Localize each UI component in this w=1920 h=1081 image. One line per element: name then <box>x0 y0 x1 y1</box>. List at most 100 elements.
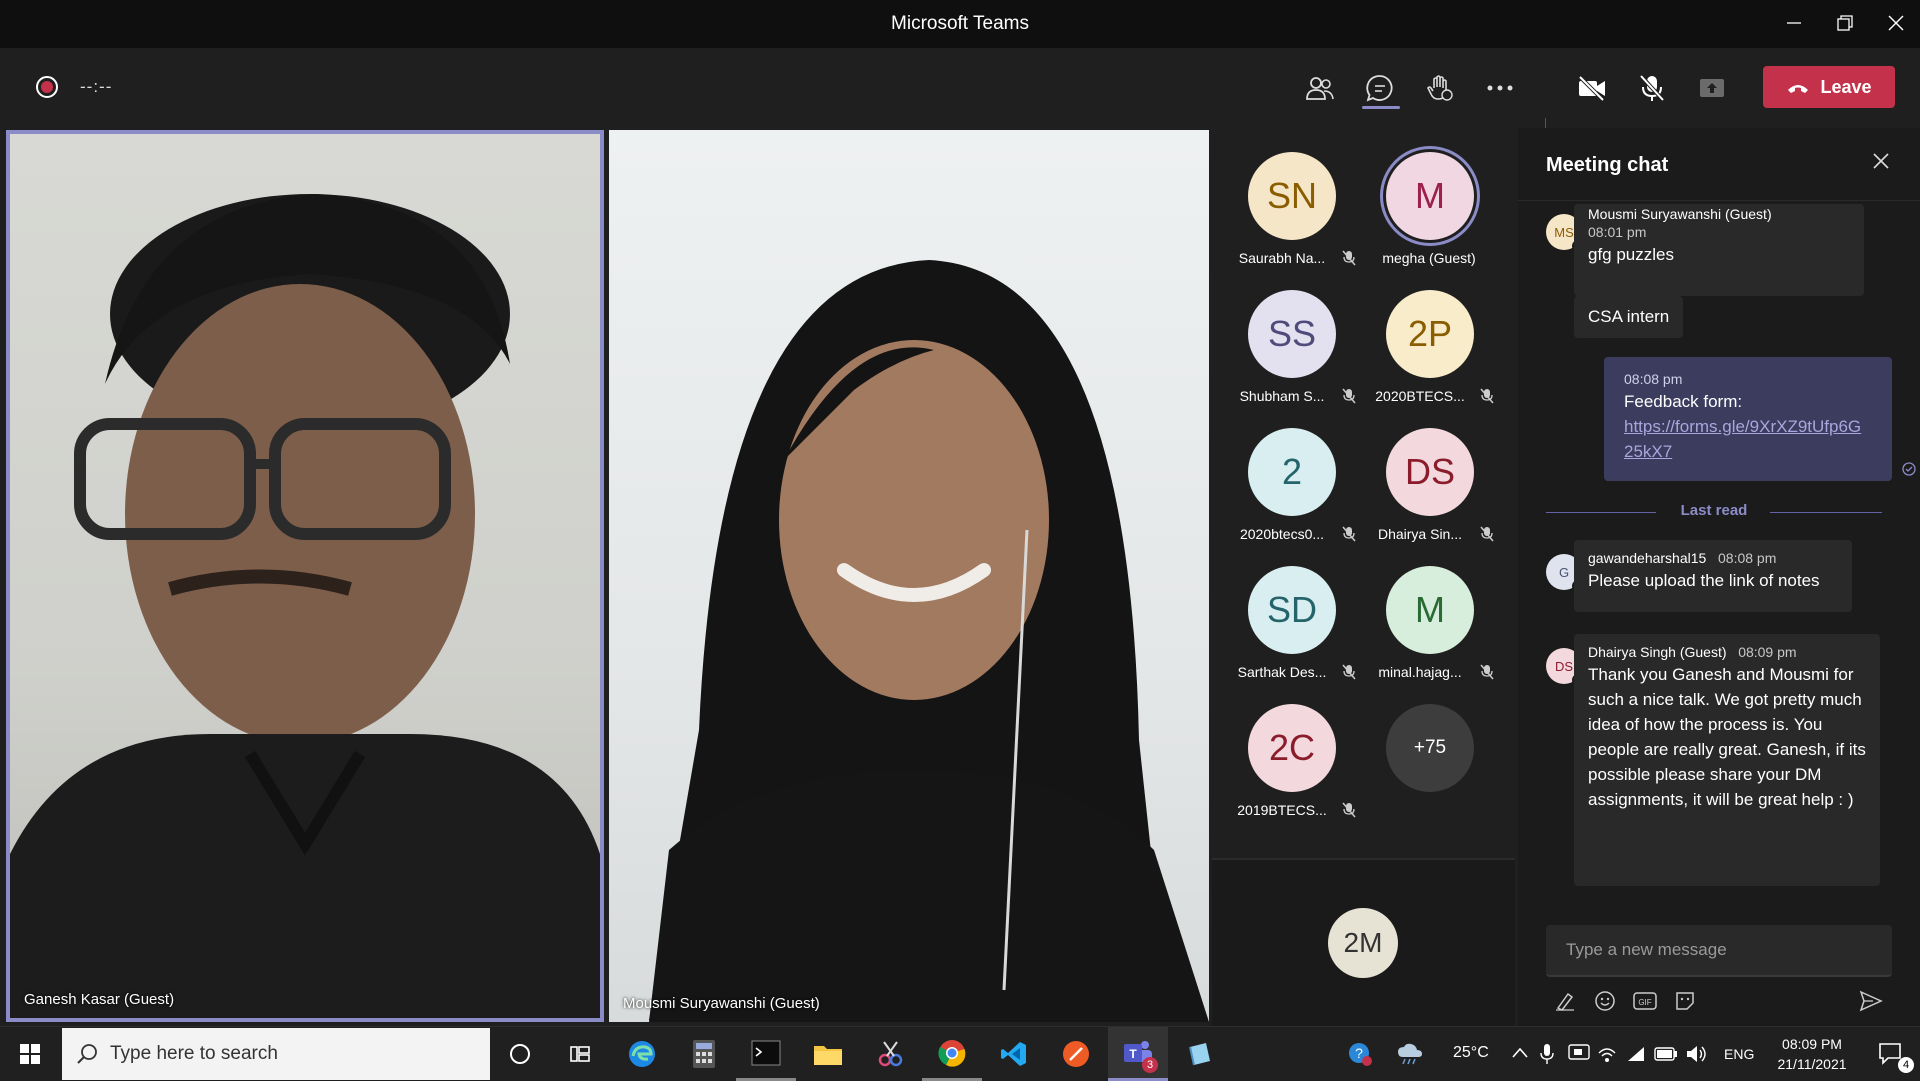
snipping-tool-icon <box>878 1041 903 1067</box>
notepad-icon <box>1189 1043 1210 1066</box>
participant-tile[interactable]: M megha (Guest) <box>1360 128 1498 266</box>
avatar: SD <box>1248 566 1336 654</box>
send-button[interactable] <box>1856 986 1886 1016</box>
chevron-up-icon[interactable] <box>1512 1047 1528 1059</box>
close-icon <box>1873 153 1889 169</box>
leave-button[interactable]: Leave <box>1763 66 1895 108</box>
taskbar-app-explorer[interactable] <box>798 1027 858 1081</box>
format-button[interactable] <box>1550 986 1580 1016</box>
participant-tile[interactable]: SN Saurabh Na... <box>1222 128 1360 266</box>
network-icon[interactable] <box>1598 1045 1616 1063</box>
participant-name: 2020btecs0... <box>1239 526 1325 542</box>
message-time: 08:08 pm <box>1718 550 1777 566</box>
chrome-icon <box>938 1039 966 1067</box>
taskbar-app-postman[interactable] <box>1046 1027 1106 1081</box>
taskbar-app-notepad[interactable] <box>1170 1027 1230 1081</box>
participant-name: Sarthak Des... <box>1237 664 1327 680</box>
participant-tile-large[interactable]: 2M <box>1212 858 1515 1026</box>
system-clock[interactable]: 08:09 PM 21/11/2021 <box>1762 1034 1862 1074</box>
sticker-button[interactable] <box>1670 986 1700 1016</box>
title-bar: Microsoft Teams <box>0 0 1920 48</box>
battery-icon[interactable] <box>1654 1047 1678 1061</box>
meet-now-icon[interactable] <box>1568 1043 1590 1063</box>
chat-button[interactable] <box>1358 66 1402 110</box>
participant-tile[interactable]: SD Sarthak Des... <box>1222 542 1360 680</box>
more-participants-button[interactable]: +75 <box>1360 680 1498 818</box>
avatar: M <box>1386 566 1474 654</box>
camera-off-icon <box>1578 75 1605 101</box>
participant-name: 2020BTECS... <box>1375 388 1465 404</box>
participant-tile[interactable]: 2C 2019BTECS... <box>1222 680 1360 818</box>
reactions-button[interactable] <box>1418 66 1462 110</box>
mic-off-icon <box>1342 388 1356 404</box>
own-chat-message[interactable]: 08:08 pm Feedback form: https://forms.gl… <box>1604 357 1892 481</box>
mic-off-icon <box>1342 526 1356 542</box>
action-center-button[interactable]: 4 <box>1866 1027 1916 1081</box>
chat-message[interactable]: gawandeharshal15 08:08 pm Please upload … <box>1574 540 1852 612</box>
participant-tile[interactable]: 2P 2020BTECS... <box>1360 266 1498 404</box>
close-chat-button[interactable] <box>1872 152 1890 175</box>
chat-message[interactable]: CSA intern <box>1574 296 1684 338</box>
svg-text:GIF: GIF <box>1638 998 1651 1007</box>
share-screen-button[interactable] <box>1690 66 1734 110</box>
terminal-icon <box>751 1040 781 1065</box>
participant-name: 2019BTECS... <box>1237 802 1327 818</box>
emoji-button[interactable] <box>1590 986 1620 1016</box>
sticker-icon <box>1676 992 1694 1010</box>
meeting-toolbar: --:-- Leave <box>0 48 1920 158</box>
cortana-button[interactable] <box>490 1027 550 1081</box>
participants-button[interactable] <box>1298 66 1342 110</box>
vscode-icon <box>1001 1042 1026 1066</box>
wifi-icon[interactable] <box>1626 1045 1646 1063</box>
message-input[interactable] <box>1546 925 1892 975</box>
more-icon <box>1487 85 1513 91</box>
taskbar-app-snip[interactable] <box>860 1027 920 1081</box>
window-title: Microsoft Teams <box>891 13 1029 34</box>
input-language[interactable]: ENG <box>1724 1046 1754 1062</box>
weather-widget[interactable] <box>1390 1027 1430 1081</box>
volume-icon[interactable] <box>1686 1045 1706 1063</box>
mic-toggle-button[interactable] <box>1630 66 1674 110</box>
video-tile-mousmi[interactable]: Mousmi Suryawanshi (Guest) <box>609 130 1209 1022</box>
raise-hand-icon <box>1427 75 1453 101</box>
compose-box[interactable] <box>1546 925 1892 977</box>
chat-message[interactable]: Mousmi Suryawanshi (Guest) 08:01 pm gfg … <box>1574 204 1864 296</box>
meeting-timer: --:-- <box>80 77 113 96</box>
recording-icon <box>36 76 58 98</box>
task-view-button[interactable] <box>550 1027 610 1081</box>
tray-help[interactable]: ? <box>1340 1027 1380 1081</box>
more-actions-button[interactable] <box>1478 66 1522 110</box>
share-tray-icon <box>1700 79 1724 97</box>
close-window-button[interactable] <box>1866 0 1920 46</box>
taskbar-app-vscode[interactable] <box>984 1027 1044 1081</box>
message-text: gfg puzzles <box>1588 245 1674 264</box>
participant-tile[interactable]: SS Shubham S... <box>1222 266 1360 404</box>
camera-toggle-button[interactable] <box>1570 66 1614 110</box>
taskbar-app-calculator[interactable] <box>674 1027 734 1081</box>
start-button[interactable] <box>0 1027 60 1081</box>
message-sender: gawandeharshal15 <box>1588 550 1707 566</box>
microphone-icon[interactable] <box>1540 1043 1554 1065</box>
chat-title: Meeting chat <box>1546 154 1669 176</box>
mic-off-icon <box>1342 802 1356 818</box>
svg-text:?: ? <box>1355 1045 1363 1061</box>
search-placeholder: Type here to search <box>110 1043 278 1064</box>
participant-tile[interactable]: DS Dhairya Sin... <box>1360 404 1498 542</box>
chat-message[interactable]: Dhairya Singh (Guest) 08:09 pm Thank you… <box>1574 634 1880 886</box>
taskbar-app-chrome[interactable] <box>922 1027 982 1081</box>
participant-tile[interactable]: M minal.hajag... <box>1360 542 1498 680</box>
clock-date: 21/11/2021 <box>1777 1056 1847 1072</box>
tile-name-label: Mousmi Suryawanshi (Guest) <box>623 995 820 1012</box>
participant-tile[interactable]: 2 2020btecs0... <box>1222 404 1360 542</box>
gif-button[interactable]: GIF <box>1630 986 1660 1016</box>
task-view-icon <box>570 1046 590 1062</box>
taskbar-app-teams[interactable]: T 3 <box>1108 1027 1168 1081</box>
feedback-form-link[interactable]: https://forms.gle/9XrXZ9tUfp6G 25kX7 <box>1624 414 1872 464</box>
participant-name: megha (Guest) <box>1382 250 1476 266</box>
taskbar-app-edge[interactable] <box>612 1027 672 1081</box>
taskbar-search[interactable]: Type here to search <box>62 1028 490 1080</box>
postman-icon <box>1063 1041 1089 1067</box>
taskbar-app-terminal[interactable] <box>736 1027 796 1081</box>
video-tile-ganesh[interactable]: Ganesh Kasar (Guest) <box>6 130 604 1022</box>
avatar: 2P <box>1386 290 1474 378</box>
